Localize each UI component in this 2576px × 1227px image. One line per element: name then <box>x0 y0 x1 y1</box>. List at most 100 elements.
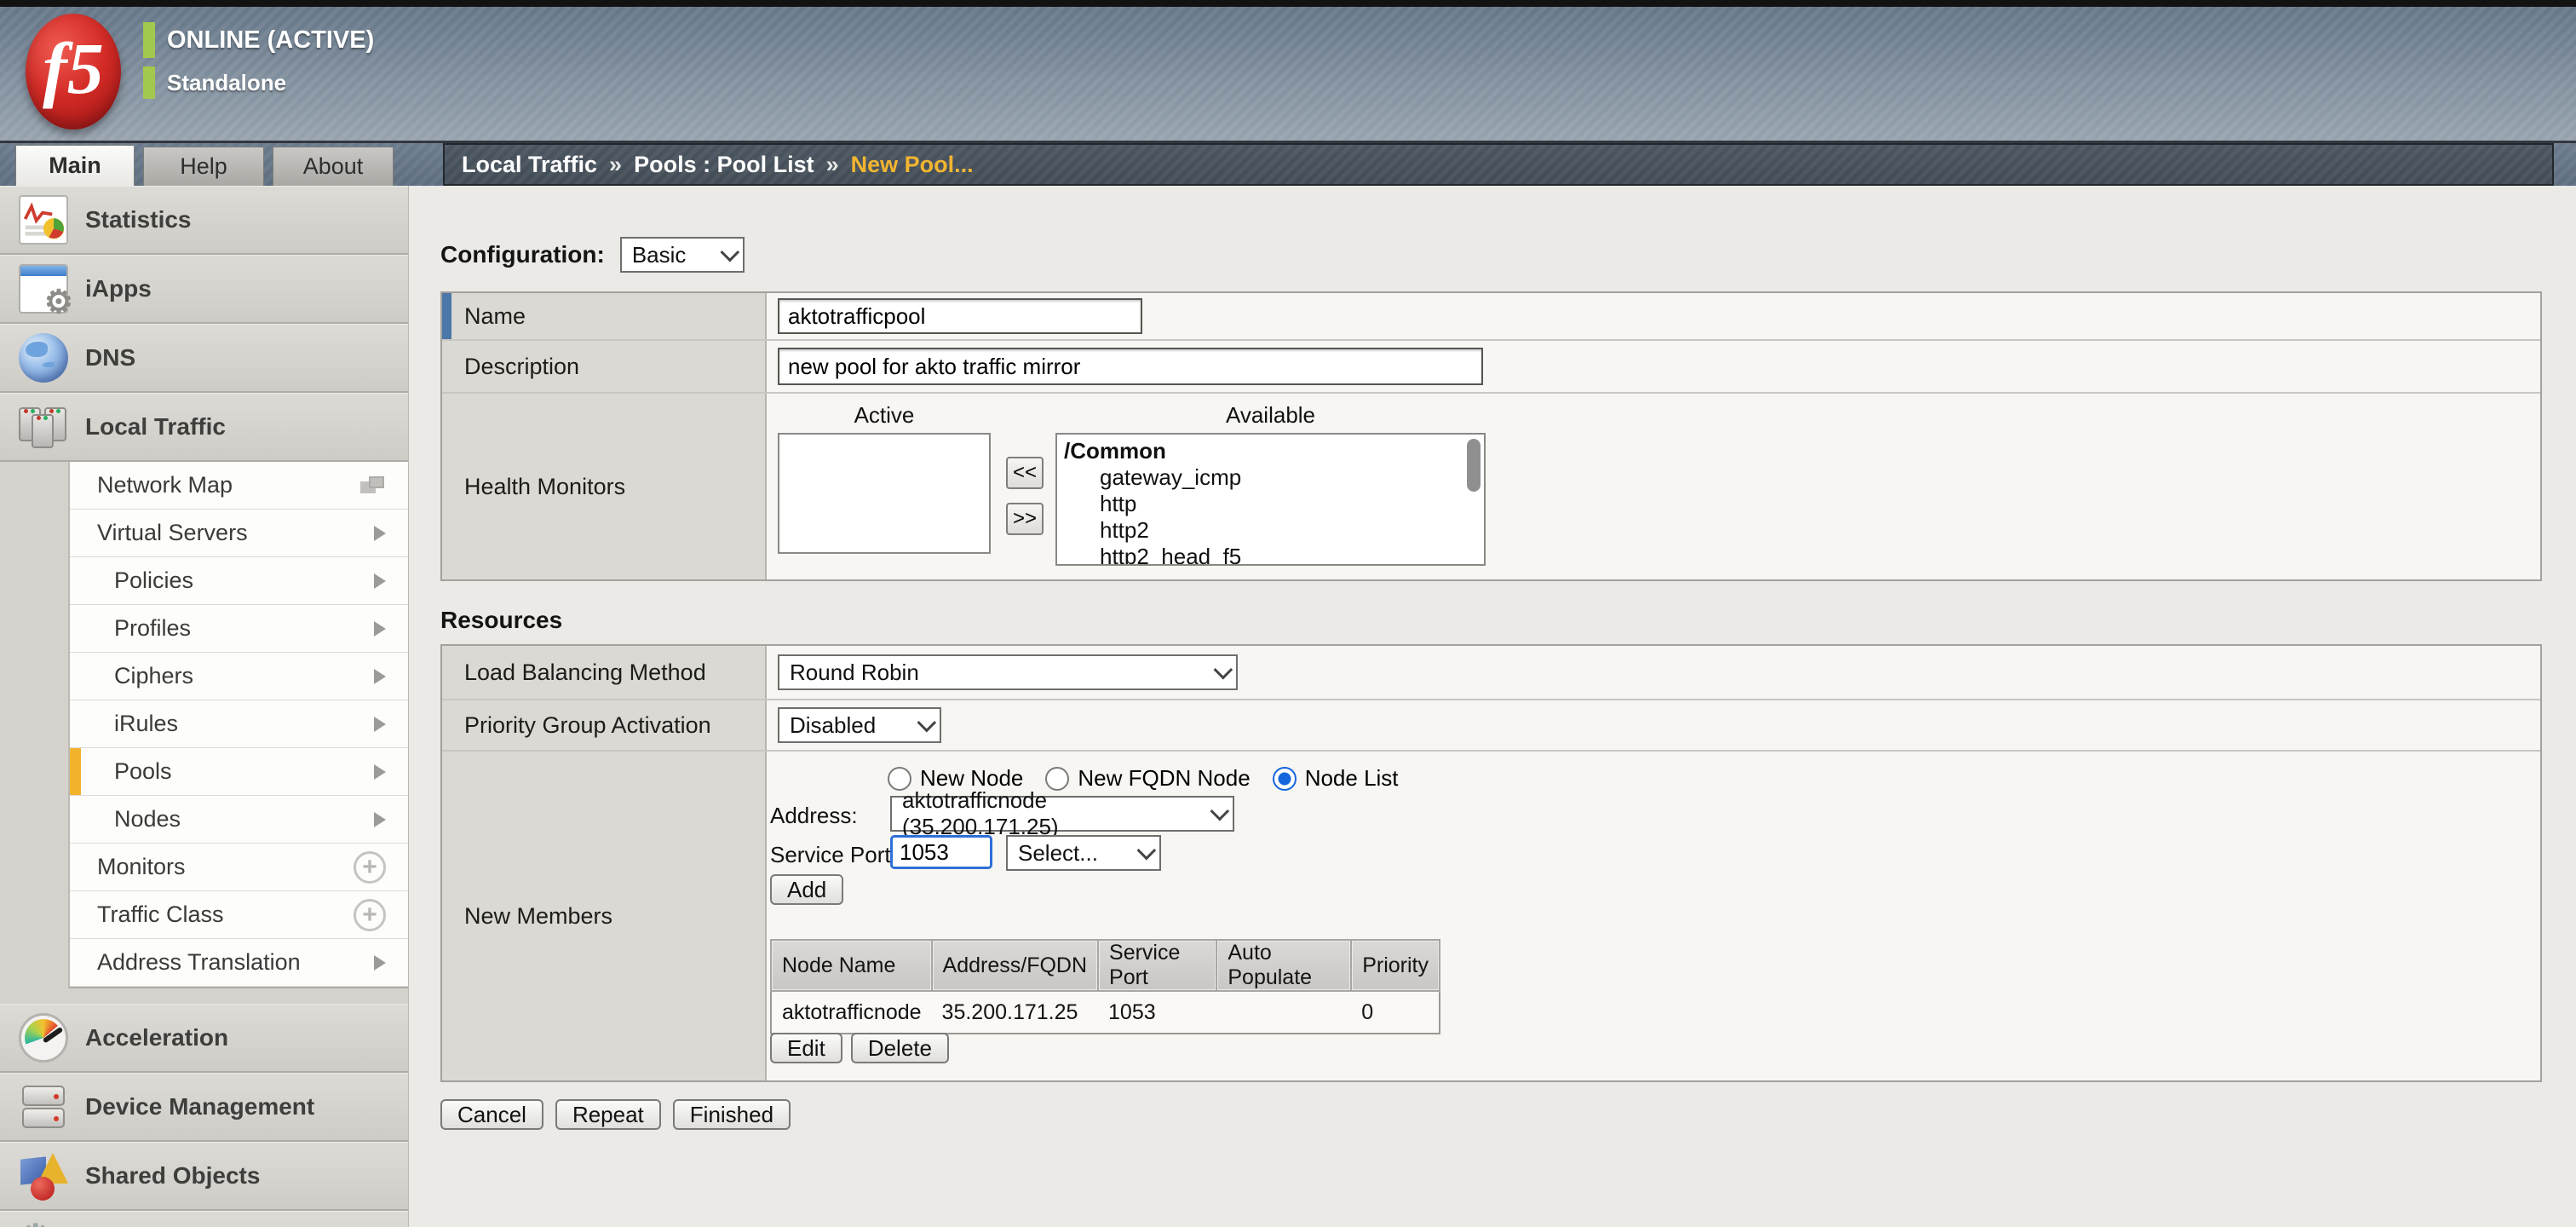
health-monitors-label: Health Monitors <box>442 394 767 579</box>
sidebar-item-address-translation[interactable]: Address Translation <box>70 939 408 987</box>
edit-button[interactable]: Edit <box>770 1033 842 1063</box>
general-properties-table: Name Description Health Monitors Act <box>440 291 2542 581</box>
status-row-standalone: Standalone <box>143 66 374 99</box>
sidebar-item-label: Device Management <box>85 1093 314 1120</box>
list-item[interactable]: http <box>1064 491 1477 517</box>
list-item[interactable]: http2 <box>1064 517 1477 544</box>
add-button[interactable]: Add <box>770 874 843 905</box>
description-row: Description <box>442 341 2540 394</box>
f5-bigip-screen: f5 ONLINE (ACTIVE) Standalone Main Help … <box>0 0 2576 1227</box>
service-port-select[interactable]: Select... <box>1006 835 1161 871</box>
name-input[interactable] <box>778 298 1142 334</box>
scrollbar-thumb[interactable] <box>1467 439 1481 492</box>
active-monitors-listbox[interactable] <box>778 433 991 554</box>
sidebar-item-dns[interactable]: DNS <box>0 324 408 393</box>
move-right-button[interactable]: >> <box>1006 503 1044 535</box>
chevron-right-icon <box>374 669 386 684</box>
status-block: ONLINE (ACTIVE) Standalone <box>143 22 374 107</box>
cancel-button[interactable]: Cancel <box>440 1099 543 1130</box>
sidebar-item-label: iApps <box>85 275 152 302</box>
tab-main[interactable]: Main <box>15 145 135 186</box>
address-select[interactable]: aktotrafficnode (35.200.171.25) <box>890 796 1234 832</box>
sidebar-item-statistics[interactable]: Statistics <box>0 186 408 255</box>
list-item[interactable]: gateway_icmp <box>1064 464 1477 491</box>
members-table-header-row: Node Name Address/FQDN Service Port Auto… <box>771 940 1440 991</box>
sidebar-item-pools[interactable]: Pools <box>70 748 408 796</box>
sidebar-item-monitors[interactable]: Monitors + <box>70 844 408 891</box>
status-row-online: ONLINE (ACTIVE) <box>143 22 374 58</box>
chevron-right-icon <box>374 955 386 971</box>
tab-about[interactable]: About <box>273 147 394 186</box>
configuration-select[interactable]: Basic <box>620 237 745 273</box>
list-item[interactable]: /Common <box>1064 438 1477 464</box>
network-map-icon[interactable] <box>360 476 386 495</box>
priority-group-select[interactable]: Disabled <box>778 707 941 743</box>
name-label: Name <box>442 293 767 339</box>
sidebar-item-network-map[interactable]: Network Map <box>70 462 408 510</box>
cell-address: 35.200.171.25 <box>932 991 1098 1034</box>
sidebar-item-virtual-servers[interactable]: Virtual Servers <box>70 510 408 557</box>
column-header: Service Port <box>1098 940 1216 991</box>
list-item[interactable]: http2_head_f5 <box>1064 544 1477 566</box>
sidebar-item-policies[interactable]: Policies <box>70 557 408 605</box>
local-traffic-submenu: Network Map Virtual Servers Policies Pro… <box>68 462 408 988</box>
health-monitors-row: Health Monitors Active Available << >> /… <box>442 394 2540 579</box>
new-members-row: New Members New Node New FQDN Node Node … <box>442 752 2540 1080</box>
column-header: Node Name <box>771 940 932 991</box>
configuration-label: Configuration: <box>440 241 605 268</box>
description-input[interactable] <box>778 348 1483 385</box>
sidebar-item-label: Shared Objects <box>85 1162 260 1190</box>
top-strip <box>0 0 2576 7</box>
breadcrumb-separator: » <box>609 152 622 178</box>
chevron-down-icon <box>1214 660 1233 680</box>
chevron-down-icon <box>720 243 739 262</box>
move-left-button[interactable]: << <box>1006 457 1044 489</box>
new-members-label: New Members <box>442 752 767 1080</box>
cell-auto-populate <box>1216 991 1351 1034</box>
plus-circle-icon[interactable]: + <box>354 899 386 931</box>
sidebar-item-label: DNS <box>85 344 135 372</box>
tab-band: Main Help About Local Traffic » Pools : … <box>0 143 2576 186</box>
repeat-button[interactable]: Repeat <box>555 1099 661 1130</box>
breadcrumb-item[interactable]: Local Traffic <box>462 152 597 178</box>
column-header: Priority <box>1351 940 1440 991</box>
chevron-right-icon <box>374 764 386 780</box>
members-table: Node Name Address/FQDN Service Port Auto… <box>770 939 1440 1034</box>
available-monitors-listbox[interactable]: /Common gateway_icmp http http2 http2_he… <box>1055 433 1486 566</box>
sidebar-item-profiles[interactable]: Profiles <box>70 605 408 653</box>
sidebar-item-irules[interactable]: iRules <box>70 700 408 748</box>
sidebar-item-ciphers[interactable]: Ciphers <box>70 653 408 700</box>
status-online-text: ONLINE (ACTIVE) <box>167 26 374 55</box>
sidebar-item-nodes[interactable]: Nodes <box>70 796 408 844</box>
load-balancing-select[interactable]: Round Robin <box>778 654 1238 690</box>
sidebar-item-local-traffic[interactable]: Local Traffic <box>0 393 408 462</box>
shared-objects-icon <box>19 1151 68 1201</box>
table-row[interactable]: aktotrafficnode 35.200.171.25 1053 0 <box>771 991 1440 1034</box>
sidebar-item-shared-objects[interactable]: Shared Objects <box>0 1142 408 1211</box>
chevron-down-icon <box>1210 802 1230 821</box>
sidebar-item-iapps[interactable]: ⚙ iApps <box>0 255 408 324</box>
breadcrumb: Local Traffic » Pools : Pool List » New … <box>443 143 2554 186</box>
tab-help[interactable]: Help <box>143 147 264 186</box>
breadcrumb-item[interactable]: Pools : Pool List <box>634 152 814 178</box>
sidebar-item-distributed-cloud-services[interactable]: ⚙ Distributed Cloud Services <box>0 1211 408 1227</box>
f5-logo-text: f5 <box>43 32 104 105</box>
device-management-icon <box>19 1082 68 1132</box>
cell-priority: 0 <box>1351 991 1440 1034</box>
available-list-label: Available <box>1055 402 1486 429</box>
dns-globe-icon <box>19 333 68 383</box>
sidebar-item-traffic-class[interactable]: Traffic Class + <box>70 891 408 939</box>
priority-group-row: Priority Group Activation Disabled <box>442 700 2540 752</box>
delete-button[interactable]: Delete <box>851 1033 949 1063</box>
main-panel: Configuration: Basic Name Description <box>409 186 2576 1227</box>
status-green-bar-icon <box>143 22 155 58</box>
plus-circle-icon[interactable]: + <box>354 851 386 884</box>
sidebar-item-device-management[interactable]: Device Management <box>0 1073 408 1142</box>
service-port-input[interactable] <box>890 835 992 869</box>
sidebar-item-acceleration[interactable]: Acceleration <box>0 1004 408 1073</box>
content: Statistics ⚙ iApps DNS Local Traffic <box>0 186 2576 1227</box>
banner: f5 ONLINE (ACTIVE) Standalone <box>0 7 2576 143</box>
node-list-radio[interactable] <box>1273 767 1297 791</box>
finished-button[interactable]: Finished <box>673 1099 791 1130</box>
description-label: Description <box>442 341 767 392</box>
